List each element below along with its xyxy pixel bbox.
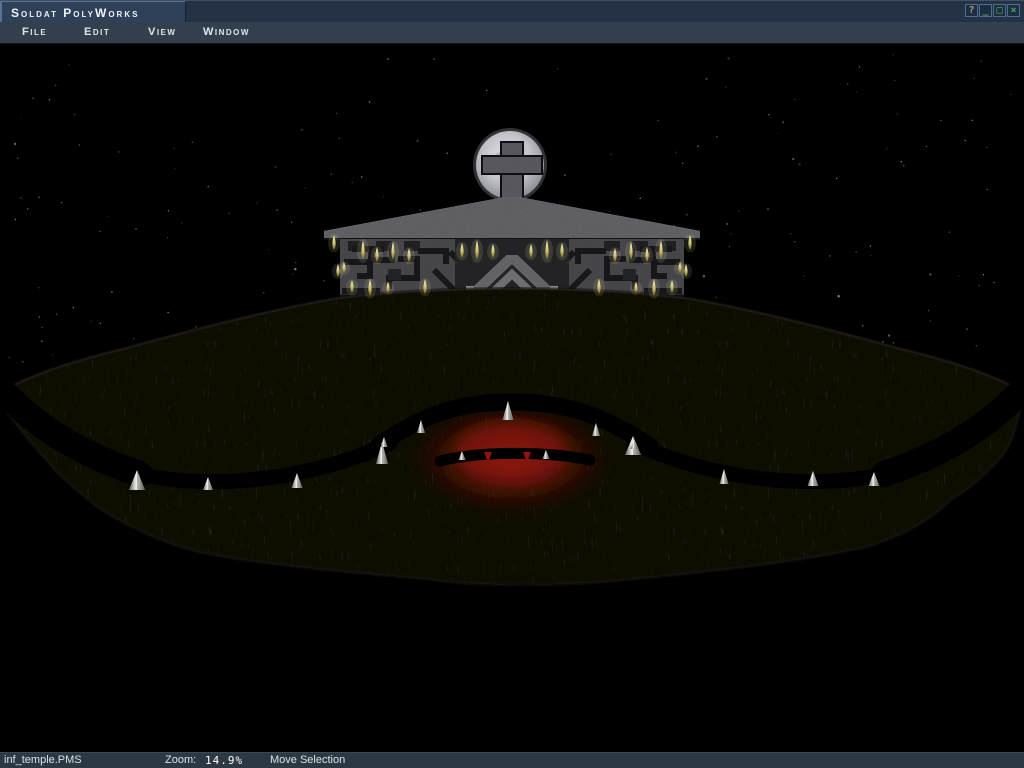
map-canvas[interactable] (0, 44, 1024, 752)
polyworks-window: Soldat PolyWorks ? _ □ × File Edit View … (0, 0, 1024, 768)
title-bar: Soldat PolyWorks ? _ □ × (0, 0, 1024, 22)
status-bar: inf_temple.PMS Zoom: 14.9% Move Selectio… (0, 752, 1024, 768)
menu-edit[interactable]: Edit (84, 26, 110, 38)
tool-status-label: Move Selection (270, 754, 345, 766)
window-controls: ? _ □ × (965, 4, 1020, 17)
maximize-button[interactable]: □ (993, 4, 1006, 17)
title-panel: Soldat PolyWorks (0, 1, 186, 23)
help-button[interactable]: ? (965, 4, 978, 17)
menu-bar: File Edit View Window (0, 22, 1024, 44)
filename-label: inf_temple.PMS (4, 754, 82, 766)
menu-window[interactable]: Window (203, 26, 250, 38)
close-button[interactable]: × (1007, 4, 1020, 17)
zoom-value: 14.9% (205, 754, 243, 767)
menu-file[interactable]: File (22, 26, 47, 38)
zoom-label: Zoom: (165, 754, 196, 766)
menu-view[interactable]: View (148, 26, 176, 38)
minimize-button[interactable]: _ (979, 4, 992, 17)
window-title: Soldat PolyWorks (2, 6, 139, 20)
